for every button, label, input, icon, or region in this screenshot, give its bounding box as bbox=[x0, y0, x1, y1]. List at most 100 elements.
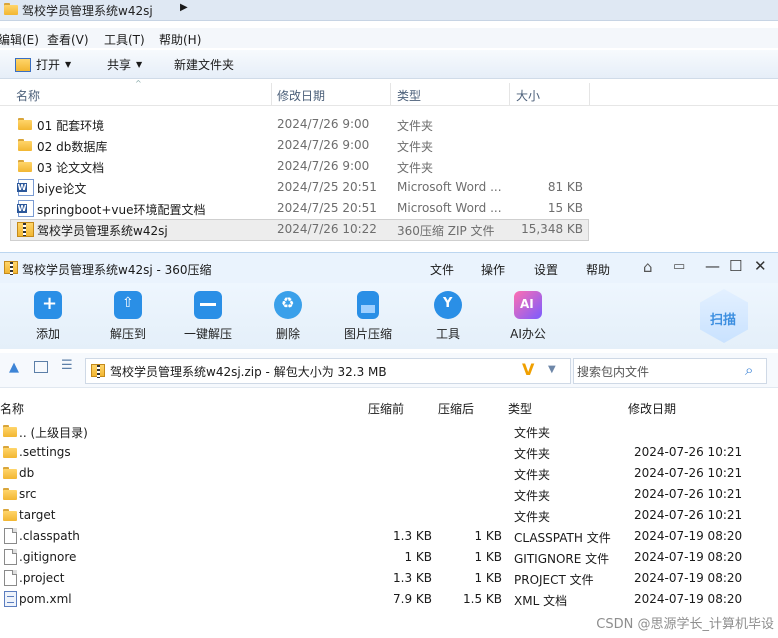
archive-row[interactable]: .. (上级目录) 文件夹 bbox=[0, 421, 778, 442]
menu-edit[interactable]: 编辑(E) bbox=[0, 31, 39, 48]
file-name: biye论文 bbox=[37, 182, 87, 196]
folder-icon bbox=[3, 509, 17, 521]
file-row[interactable]: 01 配套环境 2024/7/26 9:00 文件夹 bbox=[0, 114, 778, 135]
file-row-selected[interactable]: 驾校学员管理系统w42sj 2024/7/26 10:22 360压缩 ZIP … bbox=[0, 219, 778, 241]
column-modified[interactable]: 修改日期 bbox=[277, 87, 325, 104]
file-row[interactable]: 02 db数据库 2024/7/26 9:00 文件夹 bbox=[0, 135, 778, 156]
zip-title-bar: 驾校学员管理系统w42sj - 360压缩 文件 操作 设置 帮助 ⌂ ▭ — … bbox=[0, 253, 778, 283]
menu-view[interactable]: 查看(V) bbox=[47, 31, 89, 48]
recycle-icon: ♻ bbox=[274, 291, 302, 319]
file-date: 2024/7/25 20:51 bbox=[277, 201, 377, 215]
v-logo-icon[interactable]: V bbox=[522, 360, 534, 379]
shirt-icon[interactable]: ⌂ bbox=[643, 258, 653, 276]
menu-help[interactable]: 帮助(H) bbox=[159, 31, 201, 48]
archive-row[interactable]: pom.xml 7.9 KB 1.5 KB XML 文档 2024-07-19 08:2… bbox=[0, 589, 778, 610]
watermark: CSDN @思源学长_计算机毕设 bbox=[596, 617, 774, 632]
archive-entry-after: 1.5 KB bbox=[463, 592, 502, 606]
column-after[interactable]: 压缩后 bbox=[438, 400, 474, 417]
archive-path-text: 驾校学员管理系统w42sj.zip - 解包大小为 32.3 MB bbox=[110, 365, 387, 379]
file-name: 03 论文文档 bbox=[37, 161, 105, 175]
scan-button[interactable]: 扫描 bbox=[700, 289, 748, 343]
delete-label: 删除 bbox=[275, 327, 300, 341]
archive-entry-name: target bbox=[19, 508, 56, 522]
file-type: 文件夹 bbox=[397, 161, 434, 175]
word-doc-icon: W bbox=[17, 200, 34, 217]
image-compress-icon bbox=[357, 291, 379, 319]
archive-entry-name: .settings bbox=[19, 445, 71, 459]
file-icon bbox=[4, 549, 17, 565]
menu-operate[interactable]: 操作 bbox=[481, 261, 505, 278]
column-type[interactable]: 类型 bbox=[397, 87, 421, 104]
archive-entry-type: PROJECT 文件 bbox=[514, 573, 594, 587]
column-modified[interactable]: 修改日期 bbox=[628, 400, 676, 417]
column-before[interactable]: 压缩前 bbox=[368, 400, 404, 417]
dropdown-arrow-icon: ▼ bbox=[136, 60, 143, 69]
one-click-extract-label: 一键解压 bbox=[183, 327, 232, 341]
file-row[interactable]: W biye论文 2024/7/25 20:51 Microsoft Word … bbox=[0, 177, 778, 198]
scan-label: 扫描 bbox=[710, 313, 737, 328]
extract-to-button[interactable]: ⇧ 解压到 bbox=[93, 291, 163, 342]
sort-up-icon: ^ bbox=[135, 79, 142, 88]
add-button[interactable]: + 添加 bbox=[13, 291, 83, 342]
list-view-icon[interactable]: ☰ bbox=[61, 358, 73, 373]
up-arrow-icon[interactable]: ▲ bbox=[9, 360, 19, 375]
column-name[interactable]: 名称 bbox=[0, 400, 24, 417]
new-folder-button[interactable]: 新建文件夹 bbox=[174, 56, 234, 73]
archive-row[interactable]: .settings 文件夹 2024-07-26 10:21 bbox=[0, 442, 778, 463]
file-date: 2024/7/26 9:00 bbox=[277, 159, 370, 173]
close-icon[interactable]: ✕ bbox=[754, 257, 767, 275]
tools-label: 工具 bbox=[435, 327, 460, 341]
file-date: 2024/7/25 20:51 bbox=[277, 180, 377, 194]
archive-row[interactable]: .gitignore 1 KB 1 KB GITIGNORE 文件 2024-07-19… bbox=[0, 547, 778, 568]
file-size: 81 KB bbox=[547, 180, 583, 194]
archive-entry-date: 2024-07-26 10:21 bbox=[634, 445, 743, 459]
archive-entry-name: .gitignore bbox=[19, 550, 77, 564]
file-type: Microsoft Word ... bbox=[397, 201, 502, 215]
one-click-extract-button[interactable]: 一键解压 bbox=[173, 291, 243, 342]
archive-row[interactable]: src 文件夹 2024-07-26 10:21 bbox=[0, 484, 778, 505]
column-size[interactable]: 大小 bbox=[516, 87, 540, 104]
archive-path-field[interactable]: 驾校学员管理系统w42sj.zip - 解包大小为 32.3 MB V ▼ bbox=[85, 358, 571, 384]
menu-settings[interactable]: 设置 bbox=[534, 261, 558, 278]
archive-entry-name: pom.xml bbox=[19, 592, 72, 606]
explorer-column-header: 名称 ^ 修改日期 类型 大小 bbox=[0, 79, 778, 106]
explorer-command-bar: 打开 ▼ 共享 ▼ 新建文件夹 bbox=[0, 50, 778, 79]
archive-row[interactable]: .classpath 1.3 KB 1 KB CLASSPATH 文件 2024-07-… bbox=[0, 526, 778, 547]
menu-help[interactable]: 帮助 bbox=[586, 261, 610, 278]
column-type[interactable]: 类型 bbox=[508, 400, 532, 417]
breadcrumb[interactable]: 驾校学员管理系统w42sj bbox=[22, 2, 153, 19]
file-type: Microsoft Word ... bbox=[397, 180, 502, 194]
chevron-right-icon[interactable]: ▶ bbox=[180, 2, 188, 13]
file-row[interactable]: W springboot+vue环境配置文档 2024/7/25 20:51 M… bbox=[0, 198, 778, 219]
file-name: 驾校学员管理系统w42sj bbox=[37, 224, 168, 238]
thumbnail-view-icon[interactable] bbox=[34, 361, 48, 373]
ai-office-button[interactable]: AI AI办公 bbox=[493, 291, 563, 342]
open-button[interactable]: 打开 ▼ bbox=[15, 56, 71, 73]
archive-entry-date: 2024-07-26 10:21 bbox=[634, 487, 743, 501]
maximize-icon[interactable]: ☐ bbox=[729, 257, 742, 275]
column-name[interactable]: 名称 bbox=[16, 87, 40, 104]
delete-button[interactable]: ♻ 删除 bbox=[253, 291, 323, 342]
tools-button[interactable]: Y 工具 bbox=[413, 291, 483, 342]
tools-icon: Y bbox=[434, 291, 462, 319]
archive-entry-date: 2024-07-19 08:20 bbox=[634, 592, 743, 606]
file-date: 2024/7/26 9:00 bbox=[277, 117, 370, 131]
file-row[interactable]: 03 论文文档 2024/7/26 9:00 文件夹 bbox=[0, 156, 778, 177]
minimize-icon[interactable]: — bbox=[705, 257, 720, 275]
image-compress-button[interactable]: 图片压缩 bbox=[333, 291, 403, 342]
message-icon[interactable]: ▭ bbox=[673, 259, 685, 274]
archive-entry-date: 2024-07-26 10:21 bbox=[634, 508, 743, 522]
search-input[interactable]: 搜索包内文件 ⌕ bbox=[573, 358, 767, 384]
zip-archive-icon bbox=[4, 261, 18, 275]
archive-row[interactable]: .project 1.3 KB 1 KB PROJECT 文件 2024-07-19 0… bbox=[0, 568, 778, 589]
archive-row[interactable]: db 文件夹 2024-07-26 10:21 bbox=[0, 463, 778, 484]
menu-tools[interactable]: 工具(T) bbox=[104, 31, 145, 48]
menu-file[interactable]: 文件 bbox=[430, 261, 454, 278]
share-button[interactable]: 共享 ▼ bbox=[107, 56, 142, 73]
new-folder-label: 新建文件夹 bbox=[174, 58, 235, 72]
dropdown-arrow-icon[interactable]: ▼ bbox=[548, 364, 556, 375]
search-icon[interactable]: ⌕ bbox=[745, 361, 753, 379]
extract-to-label: 解压到 bbox=[109, 327, 146, 341]
archive-entry-after: 1 KB bbox=[474, 571, 502, 585]
archive-row[interactable]: target 文件夹 2024-07-26 10:21 bbox=[0, 505, 778, 526]
